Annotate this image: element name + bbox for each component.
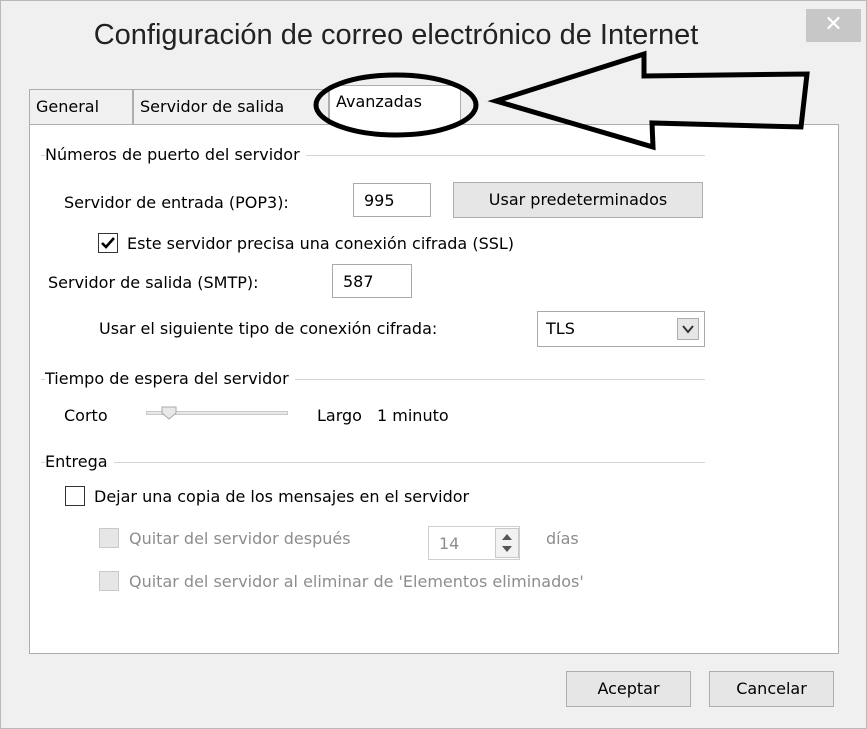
outgoing-port-input[interactable]: 587 — [332, 264, 412, 298]
dropdown-button[interactable] — [677, 318, 699, 340]
title-bar: Configuración de correo electrónico de I… — [1, 1, 866, 71]
encryption-type-select[interactable]: TLS — [537, 311, 705, 347]
timeout-long-label: Largo — [317, 406, 362, 425]
tab-outgoing-server[interactable]: Servidor de salida — [133, 89, 329, 125]
cancel-button[interactable]: Cancelar — [709, 671, 834, 707]
close-icon: ✕ — [824, 12, 843, 37]
slider-thumb-icon[interactable] — [161, 406, 177, 420]
remove-on-delete-checkbox[interactable] — [99, 571, 119, 591]
leave-copy-checkbox[interactable] — [65, 486, 85, 506]
chevron-down-icon — [682, 325, 694, 334]
incoming-server-label: Servidor de entrada (POP3): — [64, 193, 289, 212]
group-title-delivery: Entrega — [45, 452, 114, 471]
remove-after-checkbox[interactable] — [99, 528, 119, 548]
ok-button[interactable]: Aceptar — [566, 671, 691, 707]
timeout-short-label: Corto — [64, 406, 108, 425]
remove-on-delete-label: Quitar del servidor al eliminar de 'Elem… — [129, 572, 584, 591]
tab-advanced[interactable]: Avanzadas — [329, 85, 461, 125]
outgoing-server-label: Servidor de salida (SMTP): — [48, 273, 259, 292]
checkmark-icon — [101, 237, 115, 249]
group-divider-delivery — [41, 462, 705, 463]
group-title-ports: Números de puerto del servidor — [45, 145, 306, 164]
incoming-port-input[interactable]: 995 — [353, 183, 431, 217]
group-title-timeout: Tiempo de espera del servidor — [45, 369, 295, 388]
email-settings-dialog: Configuración de correo electrónico de I… — [0, 0, 867, 729]
timeout-value: 1 minuto — [377, 406, 449, 425]
spinner-down-icon — [502, 546, 512, 552]
remove-after-label: Quitar del servidor después — [129, 529, 351, 548]
ssl-checkbox[interactable] — [98, 233, 118, 253]
close-button[interactable]: ✕ — [806, 9, 861, 42]
tab-general[interactable]: General — [29, 89, 133, 125]
dialog-title: Configuración de correo electrónico de I… — [93, 19, 699, 51]
use-defaults-button[interactable]: Usar predeterminados — [453, 182, 703, 218]
encryption-type-label: Usar el siguiente tipo de conexión cifra… — [99, 319, 438, 338]
days-spinner[interactable] — [495, 528, 519, 558]
spinner-up-icon — [502, 534, 512, 540]
leave-copy-label: Dejar una copia de los mensajes en el se… — [94, 487, 470, 506]
encryption-type-value: TLS — [546, 319, 575, 338]
days-unit-label: días — [546, 529, 579, 548]
ssl-label: Este servidor precisa una conexión cifra… — [127, 234, 515, 253]
